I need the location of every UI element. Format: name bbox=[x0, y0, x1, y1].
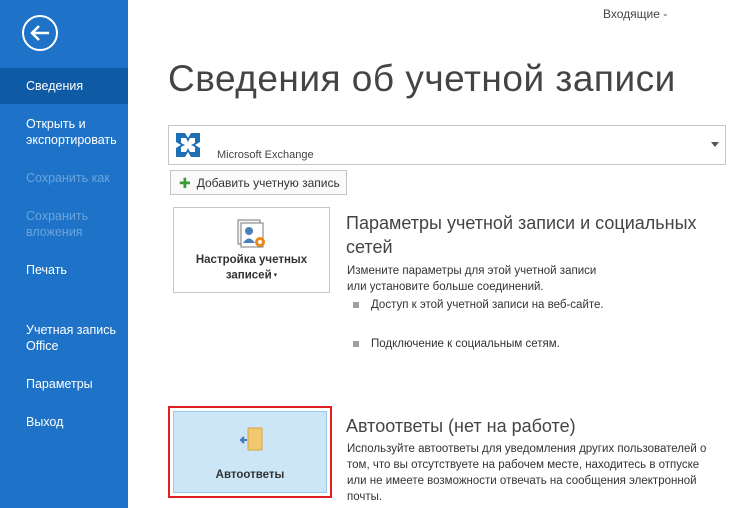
bullet-social-text: Подключение к социальным сетям. bbox=[371, 338, 560, 350]
account-settings-button[interactable]: Настройка учетных записей ▾ bbox=[173, 207, 330, 293]
account-settings-label-text: записей bbox=[225, 269, 272, 282]
auto-replies-desc-line3: или не имеете возможности отвечать на со… bbox=[347, 475, 697, 487]
account-settings-title-line2: сетей bbox=[346, 237, 393, 257]
auto-replies-desc-line2: том, что вы отсутствуете на рабочем мест… bbox=[347, 459, 700, 471]
auto-replies-title: Автоответы (нет на работе) bbox=[346, 416, 576, 436]
bullet-square-icon bbox=[353, 302, 359, 308]
auto-replies-highlight: Автоответы bbox=[168, 406, 332, 498]
nav-save-attachments-label: Сохранить вложения bbox=[26, 209, 89, 239]
nav-save-attachments[interactable]: Сохранить вложения bbox=[0, 208, 128, 240]
plus-icon: ✚ bbox=[179, 174, 191, 191]
chevron-down-icon bbox=[711, 142, 719, 147]
nav-open-export[interactable]: Открыть и экспортировать bbox=[0, 116, 128, 148]
account-name: Microsoft Exchange bbox=[217, 149, 314, 161]
nav-options[interactable]: Параметры bbox=[0, 376, 128, 392]
nav-office-account-label: Учетная запись Office bbox=[26, 323, 117, 353]
nav-info-label: Сведения bbox=[26, 79, 84, 93]
bullet-square-icon bbox=[353, 341, 359, 347]
nav-exit-label: Выход bbox=[26, 415, 64, 429]
nav-office-account[interactable]: Учетная запись Office bbox=[0, 322, 128, 354]
auto-reply-icon bbox=[239, 427, 263, 451]
account-settings-desc-line2: или установите больше соединений. bbox=[347, 281, 544, 293]
add-account-label: Добавить учетную запись bbox=[196, 175, 340, 190]
exchange-icon bbox=[173, 130, 203, 160]
account-settings-label-line2: записей ▾ bbox=[174, 268, 329, 284]
add-account-button[interactable]: ✚ Добавить учетную запись bbox=[170, 170, 347, 195]
auto-replies-desc-line1: Используйте автоответы для уведомления д… bbox=[347, 443, 707, 455]
account-settings-desc-line1: Измените параметры для этой учетной запи… bbox=[347, 265, 597, 277]
backstage-sidebar: Сведения Открыть и экспортировать Сохран… bbox=[0, 0, 128, 508]
nav-info[interactable]: Сведения bbox=[0, 68, 128, 104]
folder-label: Входящие - bbox=[603, 7, 668, 21]
auto-replies-label: Автоответы bbox=[215, 469, 285, 481]
bullet-web-access: Доступ к этой учетной записи на веб-сайт… bbox=[349, 297, 604, 313]
account-settings-title-line1: Параметры учетной записи и социальных bbox=[346, 213, 697, 233]
account-selector[interactable]: Microsoft Exchange bbox=[168, 125, 726, 165]
bullet-social: Подключение к социальным сетям. bbox=[349, 336, 560, 352]
nav-print-label: Печать bbox=[26, 263, 67, 277]
account-settings-label-line1: Настройка учетных bbox=[195, 254, 308, 266]
nav-print[interactable]: Печать bbox=[0, 262, 128, 278]
account-settings-icon bbox=[237, 219, 265, 248]
auto-replies-button[interactable]: Автоответы bbox=[173, 411, 327, 493]
nav-options-label: Параметры bbox=[26, 377, 93, 391]
nav-exit[interactable]: Выход bbox=[0, 414, 128, 430]
nav-save-as-label: Сохранить как bbox=[26, 171, 110, 185]
back-button[interactable] bbox=[22, 15, 58, 51]
nav-open-export-label: Открыть и экспортировать bbox=[26, 117, 117, 147]
arrow-left-icon bbox=[30, 25, 49, 41]
page-title: Сведения об учетной записи bbox=[168, 58, 676, 99]
auto-replies-desc-line4: почты. bbox=[347, 491, 383, 503]
bullet-web-access-text: Доступ к этой учетной записи на веб-сайт… bbox=[371, 299, 604, 311]
small-chevron-down-icon: ▾ bbox=[273, 272, 278, 279]
nav-save-as[interactable]: Сохранить как bbox=[0, 170, 128, 186]
